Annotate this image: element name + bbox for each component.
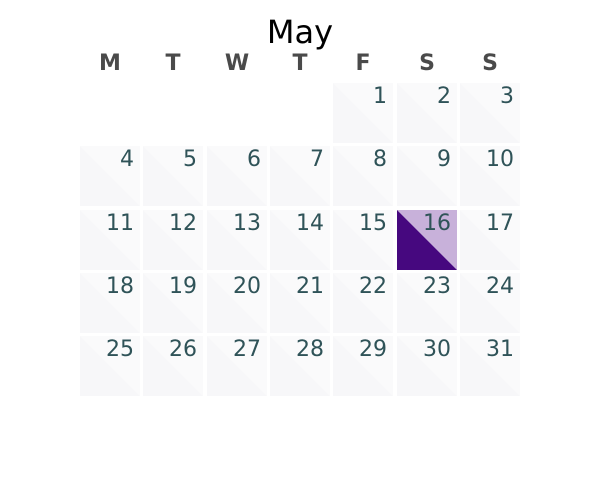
day-cell-1[interactable]: 1 — [333, 83, 393, 143]
day-cell-13[interactable]: 13 — [207, 210, 267, 270]
day-cell-9[interactable]: 9 — [397, 146, 457, 206]
day-number: 18 — [106, 274, 134, 299]
day-number: 16 — [423, 211, 451, 236]
day-cell-23[interactable]: 23 — [397, 273, 457, 333]
day-number: 7 — [310, 147, 324, 172]
day-cell-28[interactable]: 28 — [270, 336, 330, 396]
day-number: 19 — [169, 274, 197, 299]
day-cell-24[interactable]: 24 — [460, 273, 520, 333]
month-title: May — [266, 13, 334, 51]
day-number: 2 — [437, 84, 451, 109]
day-number: 3 — [500, 84, 514, 109]
weekday-thursday: T — [292, 51, 308, 76]
day-cell-20[interactable]: 20 — [207, 273, 267, 333]
day-number: 25 — [106, 337, 134, 362]
day-cell-26[interactable]: 26 — [143, 336, 203, 396]
day-cell-18[interactable]: 18 — [80, 273, 140, 333]
day-cell-10[interactable]: 10 — [460, 146, 520, 206]
weekday-saturday: S — [419, 51, 435, 76]
day-number: 11 — [106, 211, 134, 236]
day-number: 17 — [486, 211, 514, 236]
day-cell-12[interactable]: 12 — [143, 210, 203, 270]
day-number: 23 — [423, 274, 451, 299]
day-number: 14 — [296, 211, 324, 236]
day-number: 30 — [423, 337, 451, 362]
weekday-wednesday: W — [224, 51, 250, 76]
day-cell-27[interactable]: 27 — [207, 336, 267, 396]
day-number: 26 — [169, 337, 197, 362]
day-cell-8[interactable]: 8 — [333, 146, 393, 206]
weekday-friday: F — [355, 51, 371, 76]
day-number: 9 — [437, 147, 451, 172]
day-cell-21[interactable]: 21 — [270, 273, 330, 333]
day-cell-16[interactable]: 16 — [397, 210, 457, 270]
day-cell-14[interactable]: 14 — [270, 210, 330, 270]
day-number: 5 — [183, 147, 197, 172]
day-number: 12 — [169, 211, 197, 236]
day-number: 6 — [247, 147, 261, 172]
day-number: 24 — [486, 274, 514, 299]
day-cell-11[interactable]: 11 — [80, 210, 140, 270]
day-number: 10 — [486, 147, 514, 172]
calendar: May M T W T F S S 1 2 3 4 5 6 7 8 9 10 11 12 13 14 15 1… — [0, 0, 600, 480]
weekday-tuesday: T — [165, 51, 181, 76]
day-number: 1 — [373, 84, 387, 109]
day-number: 29 — [359, 337, 387, 362]
day-cell-22[interactable]: 22 — [333, 273, 393, 333]
day-cell-30[interactable]: 30 — [397, 336, 457, 396]
day-number: 21 — [296, 274, 324, 299]
day-cell-25[interactable]: 25 — [80, 336, 140, 396]
weekday-monday: M — [99, 51, 121, 76]
day-cell-3[interactable]: 3 — [460, 83, 520, 143]
day-number: 8 — [373, 147, 387, 172]
day-cell-19[interactable]: 19 — [143, 273, 203, 333]
day-cell-17[interactable]: 17 — [460, 210, 520, 270]
day-number: 22 — [359, 274, 387, 299]
day-cell-6[interactable]: 6 — [207, 146, 267, 206]
day-cell-7[interactable]: 7 — [270, 146, 330, 206]
day-cell-15[interactable]: 15 — [333, 210, 393, 270]
day-cell-31[interactable]: 31 — [460, 336, 520, 396]
day-cell-5[interactable]: 5 — [143, 146, 203, 206]
day-number: 31 — [486, 337, 514, 362]
day-number: 13 — [233, 211, 261, 236]
day-number: 27 — [233, 337, 261, 362]
day-number: 15 — [359, 211, 387, 236]
day-number: 20 — [233, 274, 261, 299]
day-number: 4 — [120, 147, 134, 172]
day-cell-29[interactable]: 29 — [333, 336, 393, 396]
day-cell-4[interactable]: 4 — [80, 146, 140, 206]
weekday-sunday: S — [482, 51, 498, 76]
day-number: 28 — [296, 337, 324, 362]
day-cell-2[interactable]: 2 — [397, 83, 457, 143]
